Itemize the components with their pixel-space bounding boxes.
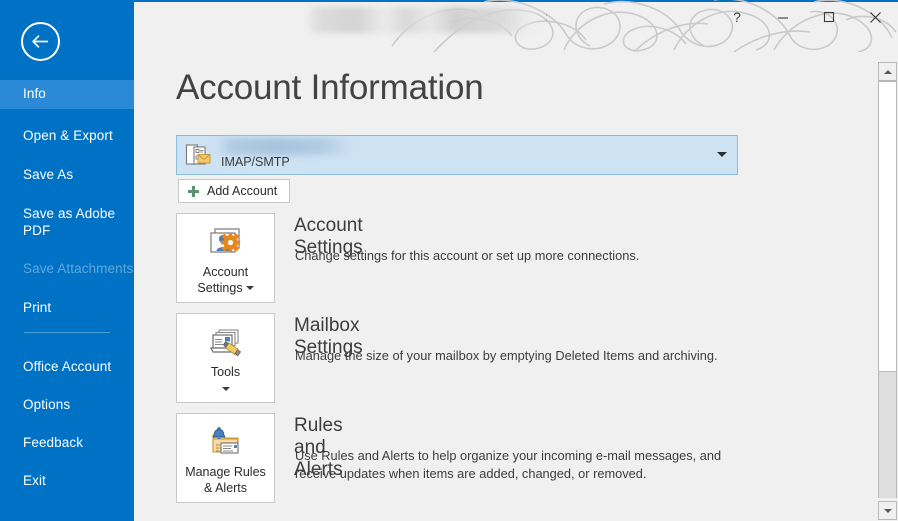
back-button[interactable]	[21, 22, 60, 61]
window-title-redacted	[305, 7, 545, 33]
minimize-button[interactable]	[760, 2, 806, 32]
account-settings-description: Change settings for this account or set …	[295, 247, 735, 265]
sidebar-item-label: Save As	[23, 167, 73, 182]
sidebar-item-label: Feedback	[23, 435, 83, 450]
sidebar-item-label: Open & Export	[23, 128, 113, 143]
scroll-down-icon	[884, 509, 892, 513]
scroll-up-button[interactable]	[878, 62, 897, 81]
sidebar-item-label: Print	[23, 300, 51, 315]
backstage-sidebar: Info Open & Export Save As Save as Adobe…	[0, 0, 134, 521]
manage-rules-alerts-button[interactable]: Manage Rules & Alerts	[176, 413, 275, 503]
page-title: Account Information	[176, 68, 483, 108]
help-button[interactable]: ?	[714, 2, 760, 32]
sidebar-item-exit[interactable]: Exit	[0, 467, 134, 496]
close-button[interactable]	[852, 2, 898, 32]
mailbox-tools-icon	[207, 323, 245, 363]
sidebar-item-save-attachments: Save Attachments	[0, 255, 134, 284]
account-settings-button[interactable]: Account Settings	[176, 213, 275, 303]
sidebar-item-feedback[interactable]: Feedback	[0, 429, 134, 458]
sidebar-item-open-export[interactable]: Open & Export	[0, 122, 134, 151]
sidebar-item-label: Info	[23, 86, 46, 101]
sidebar-item-label: Exit	[23, 473, 46, 488]
add-account-button[interactable]: Add Account	[178, 179, 290, 203]
title-bar: : ?	[134, 0, 898, 52]
question-mark-icon: ?	[733, 9, 741, 25]
account-type-label: IMAP/SMTP	[221, 155, 290, 169]
rules-alerts-icon	[207, 423, 245, 463]
button-label-text: Account Settings	[197, 265, 248, 295]
sidebar-item-label: Options	[23, 397, 70, 412]
account-settings-icon	[207, 223, 245, 263]
mailbox-settings-description: Manage the size of your mailbox by empty…	[295, 347, 735, 365]
backstage-content: Account Information IMAP/SMTP Add Accoun…	[134, 52, 898, 521]
scrollbar-thumb[interactable]	[878, 81, 897, 372]
scroll-down-button[interactable]	[878, 501, 897, 520]
maximize-icon	[823, 11, 835, 23]
caret-down-icon	[222, 387, 230, 391]
mail-account-icon	[185, 143, 211, 169]
maximize-button[interactable]	[806, 2, 852, 32]
minimize-icon	[777, 11, 789, 23]
sidebar-item-print[interactable]: Print	[0, 294, 134, 323]
add-account-label: Add Account	[207, 184, 277, 198]
sidebar-item-info[interactable]: Info	[0, 80, 134, 109]
sidebar-divider	[24, 332, 110, 333]
sidebar-item-options[interactable]: Options	[0, 391, 134, 420]
sidebar-item-label: Office Account	[23, 359, 111, 374]
chevron-down-icon[interactable]	[717, 152, 727, 157]
sidebar-item-office-account[interactable]: Office Account	[0, 353, 134, 382]
close-icon	[869, 11, 882, 24]
manage-rules-alerts-button-label: Manage Rules & Alerts	[185, 465, 266, 496]
outlook-backstage-window: Info Open & Export Save As Save as Adobe…	[0, 0, 898, 521]
mailbox-tools-button[interactable]: Tools	[176, 313, 275, 403]
scroll-up-icon	[884, 70, 892, 74]
vertical-scrollbar[interactable]	[874, 60, 898, 521]
window-title-separator: :	[545, 10, 548, 24]
mailbox-tools-button-label: Tools	[211, 365, 240, 381]
account-name-redacted	[217, 138, 351, 155]
sidebar-item-label: Save Attachments	[23, 261, 133, 276]
sidebar-item-save-as-adobe-pdf[interactable]: Save as Adobe PDF	[0, 200, 134, 246]
sidebar-item-label: Save as Adobe PDF	[23, 206, 115, 238]
plus-icon	[187, 185, 200, 198]
caret-down-icon	[246, 286, 254, 290]
account-settings-button-label: Account Settings	[197, 265, 253, 296]
account-selector[interactable]: IMAP/SMTP	[176, 135, 738, 175]
back-arrow-icon	[30, 31, 51, 52]
rules-alerts-description: Use Rules and Alerts to help organize yo…	[295, 447, 735, 482]
sidebar-item-save-as[interactable]: Save As	[0, 161, 134, 190]
